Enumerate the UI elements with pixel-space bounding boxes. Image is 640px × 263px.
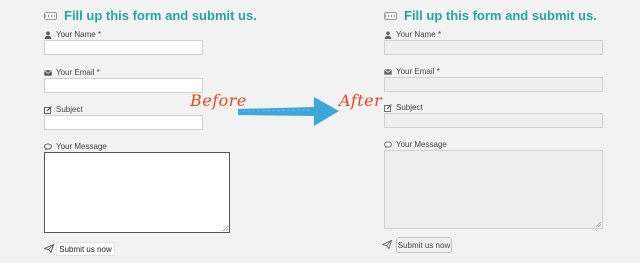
name-label: Your Name * — [384, 30, 441, 39]
arrow-icon — [238, 97, 339, 126]
email-label-text: Your Email * — [56, 68, 100, 77]
subject-label: Subject — [44, 105, 83, 114]
message-label: Your Message — [384, 140, 447, 149]
envelope-icon — [44, 69, 52, 76]
edit-icon — [44, 105, 52, 114]
email-label-text: Your Email * — [396, 67, 440, 76]
message-label-text: Your Message — [396, 140, 447, 149]
subject-label: Subject — [384, 103, 423, 112]
email-field[interactable] — [44, 78, 203, 93]
form-title: Fill up this form and submit us. — [44, 8, 257, 23]
subject-label-text: Subject — [56, 105, 83, 114]
name-label-text: Your Name * — [56, 30, 102, 39]
keyboard-icon — [384, 11, 397, 20]
edit-icon — [384, 103, 392, 112]
form-title: Fill up this form and submit us. — [384, 8, 597, 23]
user-icon — [44, 31, 52, 39]
name-field[interactable] — [384, 40, 603, 55]
resize-handle[interactable] — [223, 226, 228, 231]
form-title-text: Fill up this form and submit us. — [64, 8, 257, 23]
submit-button[interactable]: Submit us now — [396, 237, 452, 253]
paper-plane-icon — [44, 244, 54, 253]
subject-field[interactable] — [44, 115, 203, 130]
message-textarea[interactable] — [44, 152, 230, 233]
after-annotation: After — [339, 91, 383, 110]
name-label-text: Your Name * — [396, 30, 442, 39]
keyboard-icon — [44, 11, 57, 20]
subject-label-text: Subject — [396, 103, 423, 112]
submit-button[interactable]: Submit us now — [56, 242, 115, 256]
paper-plane-icon — [382, 240, 392, 249]
form-title-text: Fill up this form and submit us. — [404, 8, 597, 23]
email-label: Your Email * — [44, 68, 100, 77]
user-icon — [384, 31, 392, 39]
email-field[interactable] — [384, 77, 603, 92]
envelope-icon — [384, 68, 392, 75]
subject-field[interactable] — [384, 113, 603, 128]
message-textarea[interactable] — [384, 150, 603, 229]
name-label: Your Name * — [44, 30, 101, 39]
comment-icon — [384, 140, 392, 148]
comment-icon — [44, 142, 52, 150]
resize-handle[interactable] — [596, 222, 601, 227]
message-label: Your Message — [44, 142, 107, 151]
email-label: Your Email * — [384, 67, 440, 76]
name-field[interactable] — [44, 40, 203, 55]
message-label-text: Your Message — [56, 142, 107, 151]
